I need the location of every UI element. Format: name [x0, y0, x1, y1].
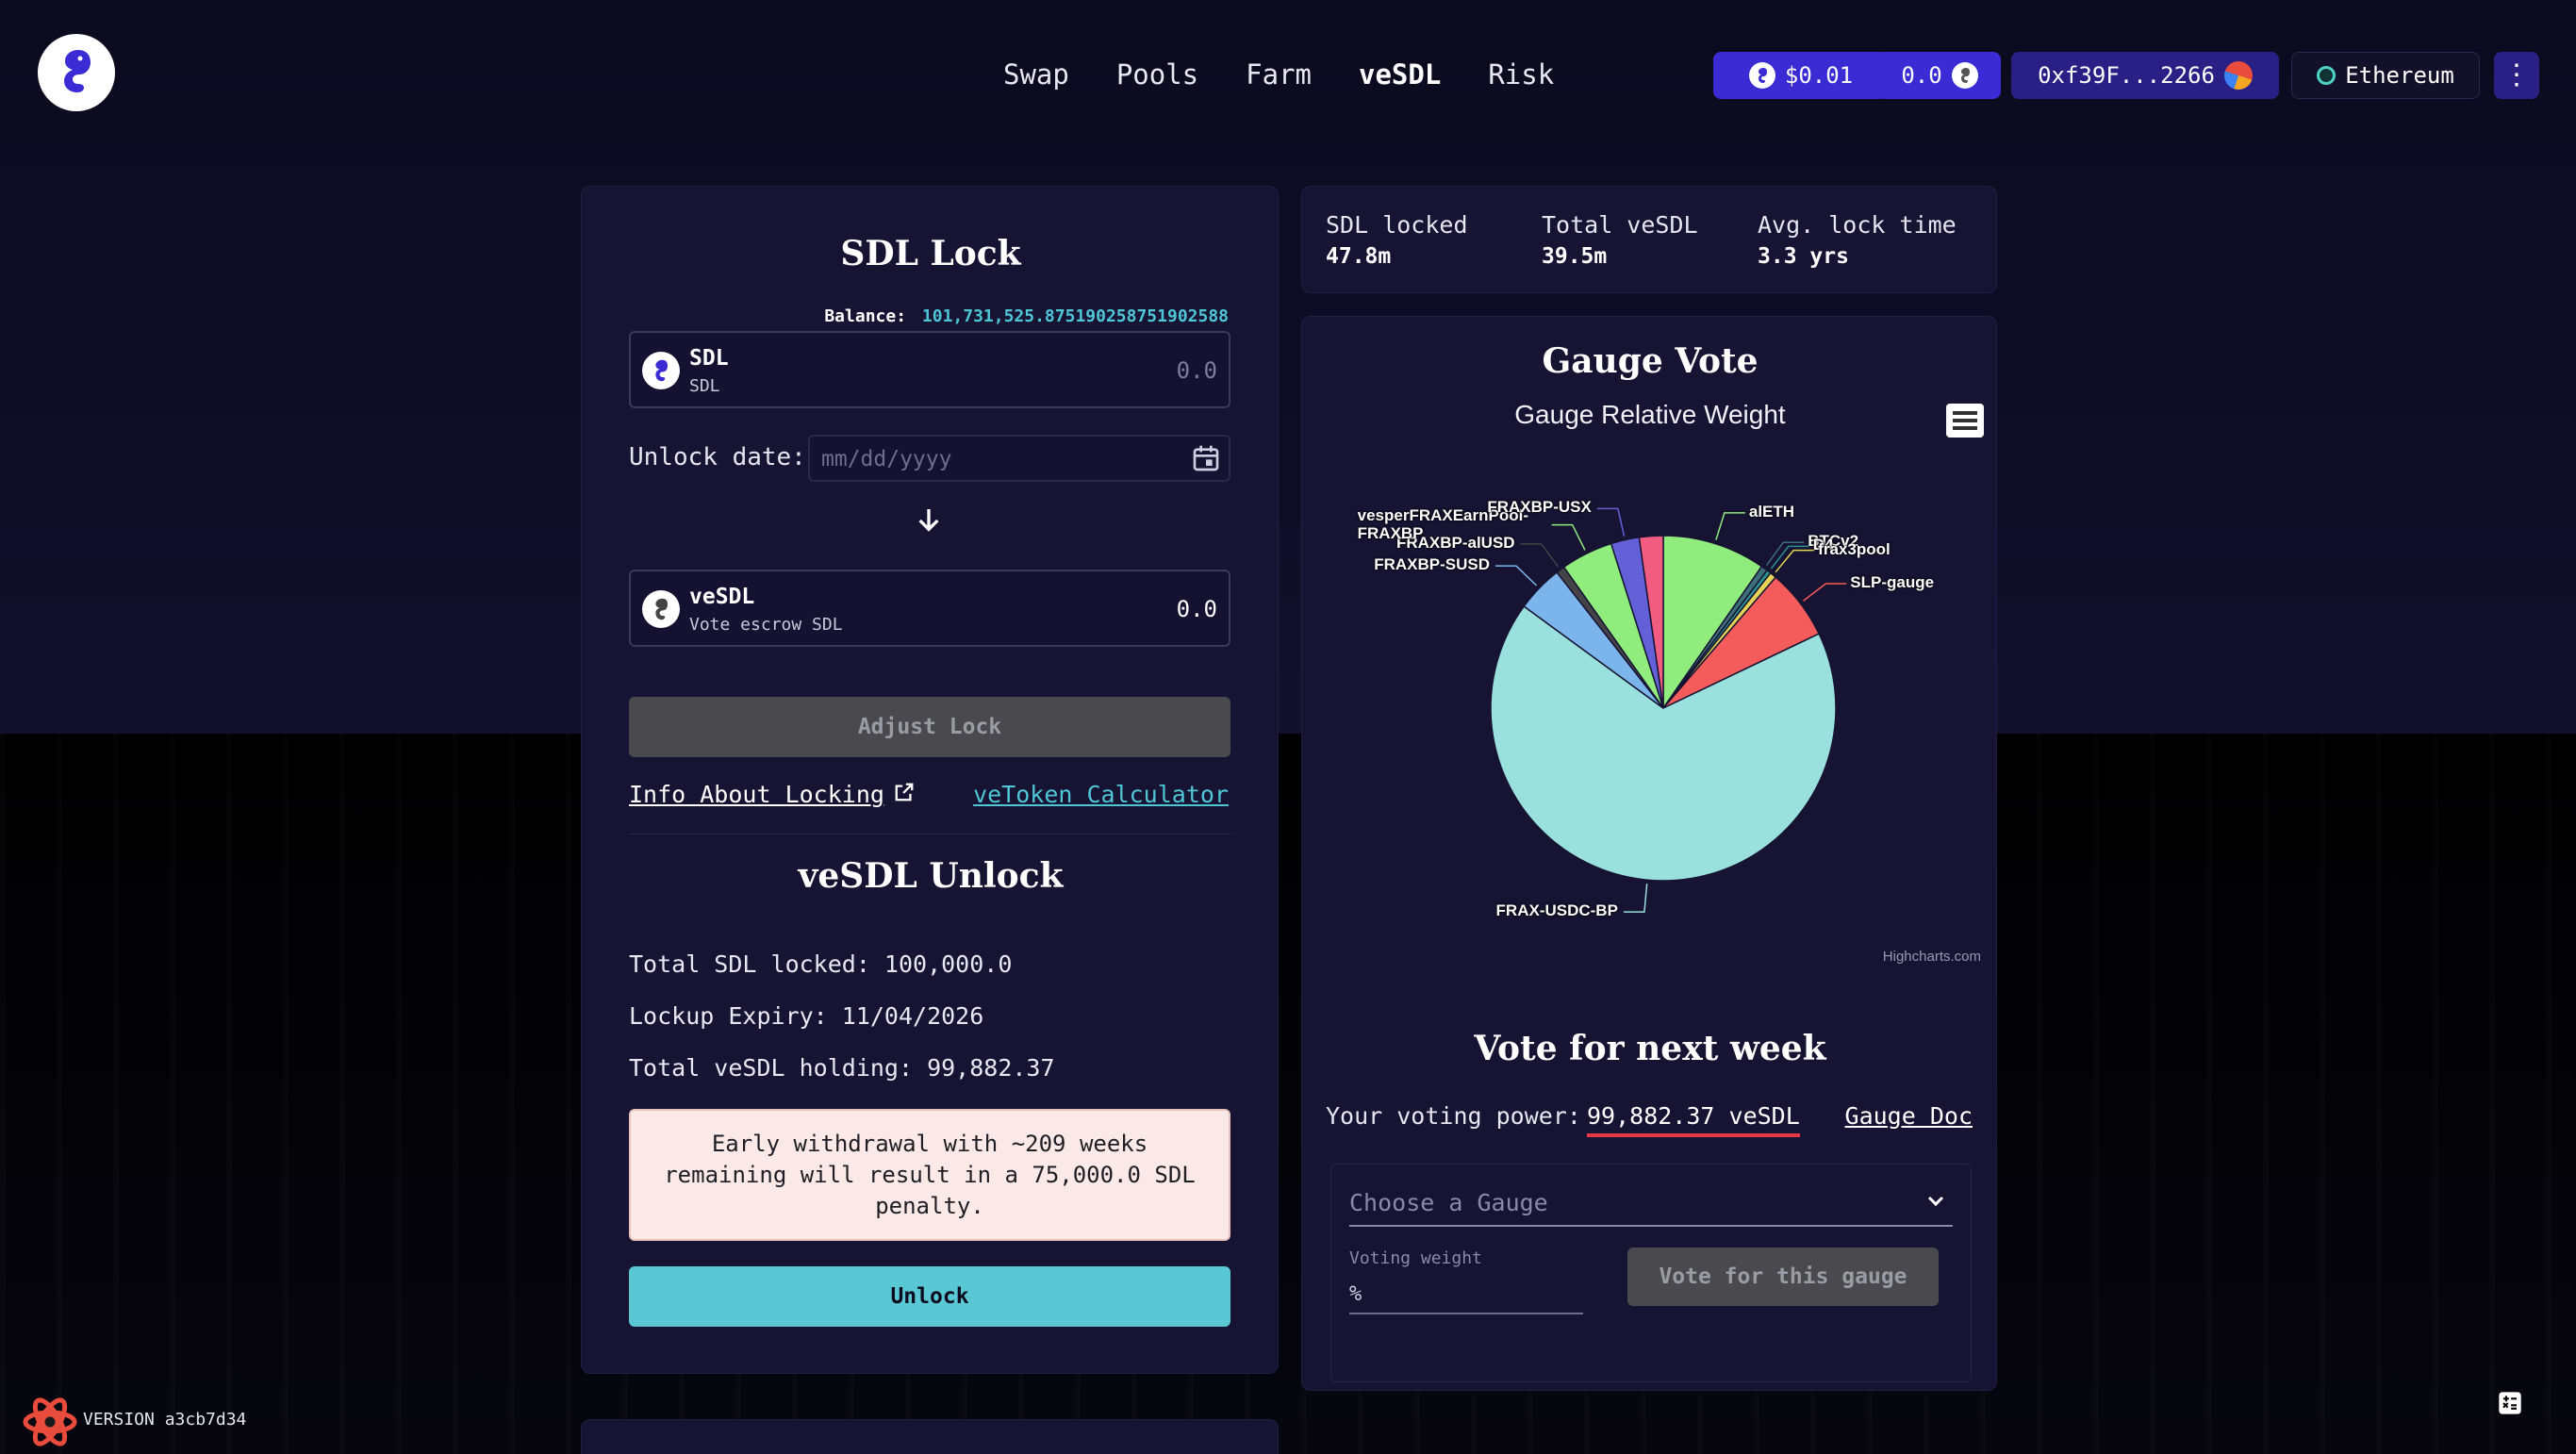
- nav-vesdl[interactable]: veSDL: [1359, 58, 1441, 91]
- calculator-icon[interactable]: [2497, 1390, 2523, 1416]
- sdl-token-icon: [1748, 62, 1775, 89]
- vote-title: Vote for next week: [1474, 1029, 1826, 1068]
- pie-slice-label: FRAX-USDC-BP: [1495, 901, 1618, 920]
- gauge-vote-card: Gauge Vote Gauge Relative Weight alETH BT…: [1301, 316, 1997, 1391]
- sdl-input-field[interactable]: SDL SDL 0.0: [629, 331, 1230, 408]
- total-sdl-locked: Total SDL locked: 100,000.0: [629, 950, 1013, 978]
- highcharts-credit[interactable]: Highcharts.com: [1883, 949, 1981, 965]
- vesdl-balance-button[interactable]: 0.0: [1878, 52, 2001, 99]
- gauge-select[interactable]: Choose a Gauge: [1349, 1180, 1953, 1227]
- kebab-menu-icon: ⋮: [2502, 58, 2531, 91]
- vesdl-output-field: veSDL Vote escrow SDL 0.0: [629, 570, 1230, 647]
- voting-power-value: 99,882.37 veSDL: [1587, 1102, 1800, 1137]
- seahorse-icon: [64, 50, 91, 92]
- page-background-bottom: [0, 734, 2576, 1454]
- unlock-button[interactable]: Unlock: [629, 1266, 1230, 1327]
- vesdl-output-name: Vote escrow SDL: [689, 615, 843, 635]
- stat-value: 39.5m: [1542, 244, 1608, 269]
- vesdl-output-token-icon: [642, 590, 680, 628]
- adjust-lock-button[interactable]: Adjust Lock: [629, 697, 1230, 757]
- stat-label: Total veSDL: [1542, 211, 1698, 239]
- balance-label: Balance:: [824, 306, 907, 326]
- sdl-input-name: SDL: [689, 376, 720, 396]
- stat-total-vesdl: Total veSDL 39.5m: [1542, 211, 1698, 269]
- unlock-date-label: Unlock date:: [629, 443, 806, 471]
- nav-pools[interactable]: Pools: [1116, 58, 1198, 91]
- stats-card: SDL locked 47.8m Total veSDL 39.5m Avg. …: [1301, 186, 1997, 293]
- voting-power-label: Your voting power:: [1326, 1102, 1581, 1130]
- calendar-icon[interactable]: [1191, 443, 1221, 477]
- nav-farm[interactable]: Farm: [1246, 58, 1312, 91]
- sdl-amount-placeholder[interactable]: 0.0: [1177, 357, 1217, 384]
- sdl-input-symbol: SDL: [689, 346, 729, 371]
- pie-slice-label: FRAXBP-SUSD: [1374, 555, 1491, 574]
- more-menu-button[interactable]: ⋮: [2494, 52, 2539, 99]
- balance-value[interactable]: 101,731,525.875190258751902588: [922, 306, 1229, 326]
- stat-label: SDL locked: [1326, 211, 1468, 239]
- wallet-button[interactable]: 0xf39F...2266: [2011, 52, 2279, 99]
- arrow-down-icon: [914, 505, 944, 539]
- sdl-input-token-icon: [642, 352, 680, 389]
- nav-risk[interactable]: Risk: [1488, 58, 1554, 91]
- voting-weight-label: Voting weight: [1349, 1248, 1482, 1268]
- pie-connector: [1803, 583, 1847, 602]
- total-vesdl-holding: Total veSDL holding: 99,882.37: [629, 1054, 1055, 1082]
- wallet-address: 0xf39F...2266: [2038, 62, 2215, 89]
- vesdl-balance: 0.0: [1901, 62, 1942, 89]
- pie-slice-label: alETH: [1748, 502, 1795, 520]
- unlock-date-input[interactable]: mm/dd/yyyy: [808, 435, 1230, 482]
- percent-unit: %: [1349, 1282, 1362, 1306]
- early-withdrawal-warning: Early withdrawal with ~209 weeks remaini…: [629, 1109, 1230, 1241]
- info-locking-label: Info About Locking: [629, 781, 884, 808]
- stat-avg-lock-time: Avg. lock time 3.3 yrs: [1758, 211, 1957, 269]
- pie-slice-label: frax3pool: [1818, 539, 1891, 558]
- version-label: VERSION a3cb7d34: [83, 1410, 247, 1429]
- network-status-icon: [2317, 66, 2337, 85]
- pie-connector: [1770, 545, 1809, 570]
- unlock-title: veSDL Unlock: [798, 856, 1064, 896]
- main-nav: Swap Pools Farm veSDL Risk: [1003, 58, 1554, 91]
- balance-row: Balance: 101,731,525.875190258751902588: [824, 306, 1229, 326]
- pie-connector: [1520, 543, 1560, 568]
- stat-value: 47.8m: [1326, 244, 1392, 269]
- page-background-top: [0, 0, 2576, 734]
- wallet-avatar: [2223, 61, 2253, 90]
- lockup-expiry: Lockup Expiry: 11/04/2026: [629, 1002, 984, 1030]
- stat-value: 3.3 yrs: [1758, 244, 1849, 269]
- pie-connector: [1715, 512, 1745, 540]
- pie-slice-label: FRAXBP-USX: [1487, 498, 1592, 517]
- pie-connector: [1551, 523, 1586, 551]
- pie-connector: [1596, 507, 1626, 537]
- lock-card: SDL Lock Balance: 101,731,525.8751902587…: [581, 186, 1279, 1374]
- stat-label: Avg. lock time: [1758, 211, 1957, 239]
- info-locking-link[interactable]: Info About Locking: [629, 781, 915, 808]
- lock-title: SDL Lock: [840, 234, 1021, 273]
- vesdl-output-amount: 0.0: [1176, 596, 1217, 622]
- pie-connector: [1775, 549, 1815, 573]
- gauge-doc-link[interactable]: Gauge Doc: [1845, 1102, 1973, 1130]
- network-button[interactable]: Ethereum: [2291, 52, 2480, 99]
- date-placeholder: mm/dd/yyyy: [821, 447, 952, 471]
- pie-connector: [1623, 884, 1648, 913]
- voting-weight-input[interactable]: %: [1349, 1275, 1583, 1314]
- network-name: Ethereum: [2345, 62, 2454, 89]
- vesdl-token-icon: [1951, 62, 1978, 89]
- react-logo-icon: [21, 1394, 79, 1450]
- nav-swap[interactable]: Swap: [1003, 58, 1069, 91]
- sdl-price: $0.01: [1784, 62, 1854, 89]
- pie-slice-label: SLP-gauge: [1850, 573, 1935, 592]
- gauge-select-placeholder: Choose a Gauge: [1349, 1189, 1548, 1216]
- vesdl-output-symbol: veSDL: [689, 585, 755, 609]
- vote-gauge-button[interactable]: Vote for this gauge: [1627, 1247, 1939, 1306]
- next-card-peek: [581, 1419, 1279, 1454]
- external-link-icon: [894, 781, 915, 808]
- sdl-price-button[interactable]: $0.01: [1713, 52, 1889, 99]
- chevron-down-icon: [1924, 1189, 1947, 1215]
- stat-sdl-locked: SDL locked 47.8m: [1326, 211, 1468, 269]
- saddle-logo[interactable]: [38, 34, 115, 111]
- vetoken-calculator-link[interactable]: veToken Calculator: [973, 781, 1229, 808]
- pie-connector: [1495, 565, 1538, 587]
